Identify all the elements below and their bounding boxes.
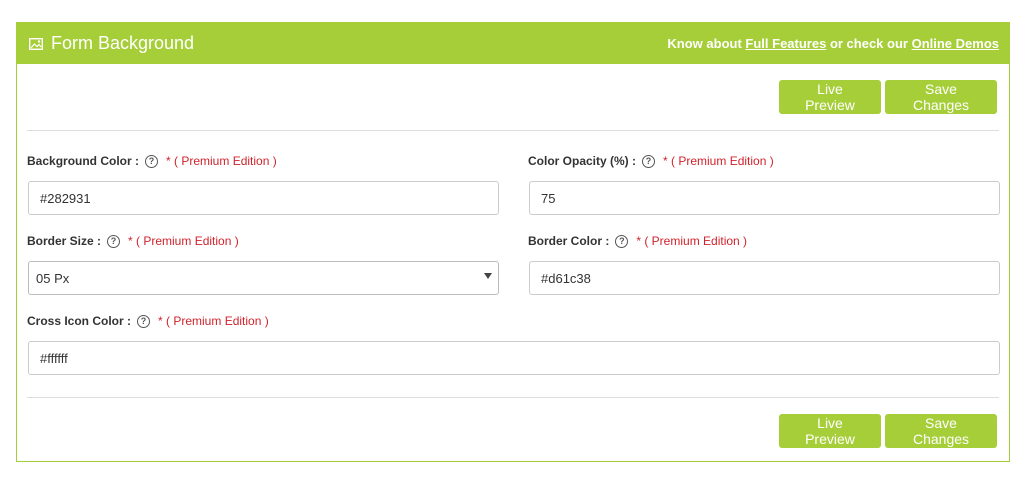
premium-edition-note: * ( Premium Edition ) bbox=[158, 314, 269, 328]
panel-title: Form Background bbox=[51, 33, 195, 53]
help-icon[interactable]: ? bbox=[615, 234, 629, 248]
cross-icon-color-label-row: Cross Icon Color : ? * ( Premium Edition… bbox=[27, 313, 269, 329]
help-icon[interactable]: ? bbox=[145, 154, 159, 168]
border-size-selected-value: 05 Px bbox=[36, 271, 70, 286]
image-icon bbox=[29, 37, 43, 50]
live-preview-button[interactable]: Live Preview bbox=[779, 80, 881, 114]
premium-edition-note: * ( Premium Edition ) bbox=[128, 234, 239, 248]
help-icon[interactable]: ? bbox=[642, 154, 656, 168]
background-color-input[interactable] bbox=[28, 181, 499, 215]
panel-header: Form Background Know about Full Features… bbox=[17, 23, 1009, 64]
save-changes-button[interactable]: Save Changes bbox=[885, 414, 997, 448]
links-prefix: Know about bbox=[667, 36, 746, 51]
settings-form: Background Color : ? * ( Premium Edition… bbox=[17, 131, 1009, 397]
border-color-label: Border Color : bbox=[528, 234, 610, 248]
premium-edition-note: * ( Premium Edition ) bbox=[663, 154, 774, 168]
header-links: Know about Full Features or check our On… bbox=[667, 36, 999, 51]
help-icon[interactable]: ? bbox=[137, 314, 151, 328]
full-features-link[interactable]: Full Features bbox=[745, 36, 826, 51]
border-size-label: Border Size : bbox=[27, 234, 102, 248]
online-demos-link[interactable]: Online Demos bbox=[912, 36, 999, 51]
dropdown-arrow-icon bbox=[484, 273, 492, 279]
border-color-label-row: Border Color : ? * ( Premium Edition ) bbox=[528, 233, 747, 249]
live-preview-button[interactable]: Live Preview bbox=[779, 414, 881, 448]
bottom-toolbar: Live Preview Save Changes bbox=[17, 398, 1009, 464]
premium-edition-note: * ( Premium Edition ) bbox=[636, 234, 748, 248]
background-color-label: Background Color : bbox=[27, 154, 140, 168]
border-color-input[interactable] bbox=[529, 261, 1000, 295]
background-color-label-row: Background Color : ? * ( Premium Edition… bbox=[27, 153, 277, 169]
border-size-label-row: Border Size : ? * ( Premium Edition ) bbox=[27, 233, 239, 249]
color-opacity-input[interactable] bbox=[529, 181, 1000, 215]
links-middle: or check our bbox=[826, 36, 912, 51]
cross-icon-color-input[interactable] bbox=[28, 341, 1000, 375]
form-background-panel: Form Background Know about Full Features… bbox=[16, 22, 1010, 462]
header-title-group: Form Background bbox=[29, 33, 194, 54]
help-icon[interactable]: ? bbox=[107, 234, 121, 248]
border-size-select[interactable]: 05 Px bbox=[28, 261, 499, 295]
color-opacity-label: Color Opacity (%) : bbox=[528, 154, 637, 168]
cross-icon-color-label: Cross Icon Color : bbox=[27, 314, 132, 328]
premium-edition-note: * ( Premium Edition ) bbox=[166, 154, 277, 168]
save-changes-button[interactable]: Save Changes bbox=[885, 80, 997, 114]
top-toolbar: Live Preview Save Changes bbox=[17, 64, 1009, 130]
color-opacity-label-row: Color Opacity (%) : ? * ( Premium Editio… bbox=[528, 153, 774, 169]
